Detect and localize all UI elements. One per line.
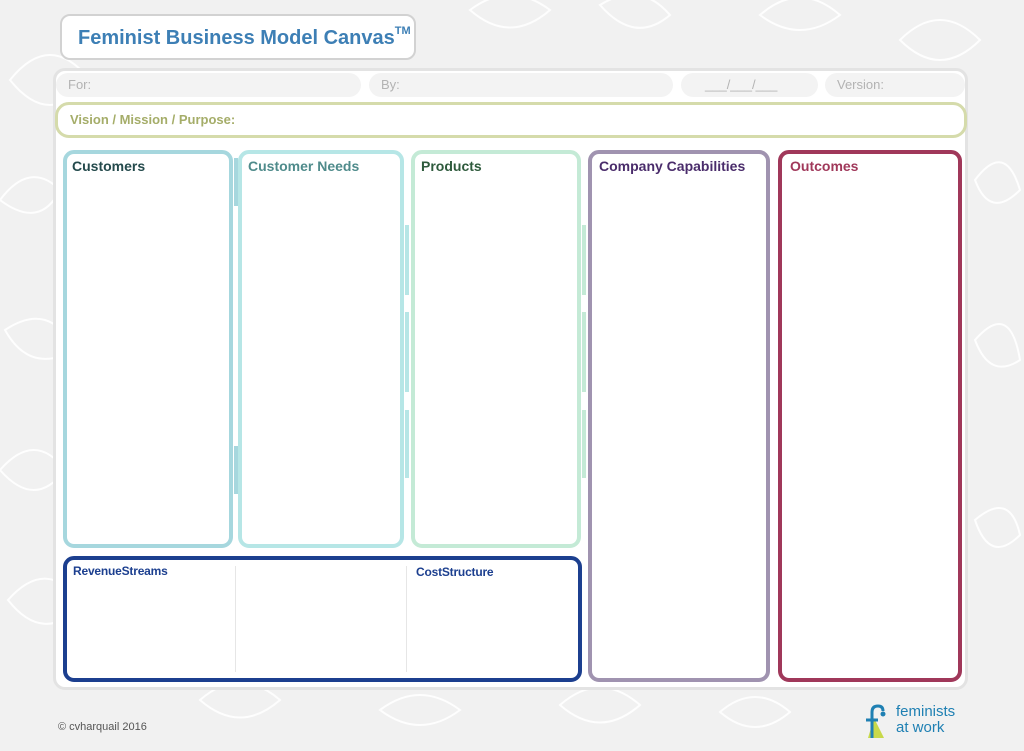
customers-label: Customers bbox=[72, 158, 146, 174]
outcomes-label: Outcomes bbox=[790, 158, 859, 174]
customer-needs-box[interactable] bbox=[238, 150, 404, 548]
connector-segment bbox=[582, 225, 586, 295]
company-capabilities-label: Company Capabilities bbox=[599, 158, 746, 174]
products-label: Products bbox=[421, 158, 482, 174]
connector-segment bbox=[234, 446, 238, 494]
for-field[interactable]: For: bbox=[56, 73, 361, 97]
customer-needs-label: Customer Needs bbox=[248, 158, 360, 174]
connector-segment bbox=[405, 410, 409, 478]
products-box[interactable] bbox=[411, 150, 581, 548]
page-title: Feminist Business Model CanvasTM bbox=[78, 25, 411, 49]
date-field[interactable]: ___/___/___ bbox=[681, 73, 818, 97]
cost-structure-label: CostStructure bbox=[416, 565, 494, 579]
vision-mission-purpose-field[interactable]: Vision / Mission / Purpose: bbox=[55, 102, 967, 138]
connector-segment bbox=[582, 410, 586, 478]
revenue-streams-label: RevenueStreams bbox=[73, 564, 168, 578]
connector-segment bbox=[234, 158, 238, 206]
version-field[interactable]: Version: bbox=[825, 73, 965, 97]
trademark-mark: TM bbox=[394, 25, 411, 37]
connector-segment bbox=[405, 225, 409, 295]
logo-wordmark: feminists at work bbox=[896, 703, 956, 736]
divider bbox=[235, 566, 236, 672]
connector-segment bbox=[405, 312, 409, 392]
divider bbox=[406, 566, 407, 672]
customers-box[interactable] bbox=[63, 150, 233, 548]
by-field[interactable]: By: bbox=[369, 73, 673, 97]
copyright-text: © cvharquail 2016 bbox=[58, 721, 147, 733]
company-capabilities-box[interactable] bbox=[588, 150, 770, 682]
outcomes-box[interactable] bbox=[778, 150, 962, 682]
title-box: Feminist Business Model CanvasTM bbox=[60, 14, 416, 60]
connector-segment bbox=[582, 312, 586, 392]
